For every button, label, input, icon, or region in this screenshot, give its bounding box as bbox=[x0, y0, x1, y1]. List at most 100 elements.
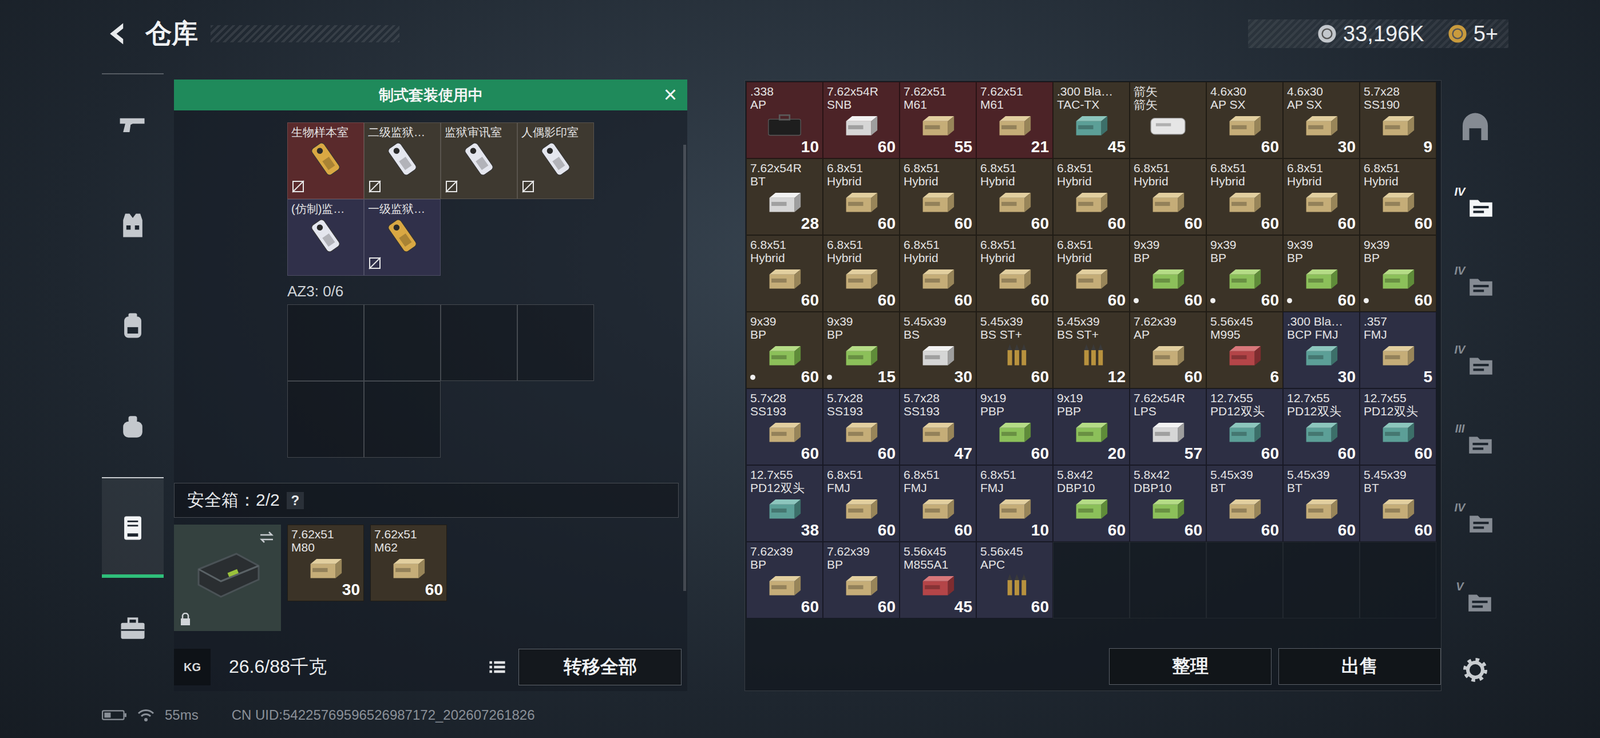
ammo-item[interactable]: 9x39BP60 bbox=[1359, 235, 1437, 312]
ammo-item[interactable]: 9x39BP60 bbox=[1206, 235, 1283, 312]
ammo-item[interactable]: 9x39BP60 bbox=[1282, 235, 1360, 312]
empty-slot[interactable] bbox=[287, 381, 364, 458]
key-card[interactable]: 一级监狱… bbox=[363, 199, 441, 276]
nav-item[interactable] bbox=[101, 477, 164, 578]
ammo-item[interactable]: 7.62x39BP60 bbox=[822, 541, 900, 619]
stash-tab[interactable] bbox=[1449, 88, 1502, 168]
help-button[interactable]: ? bbox=[286, 492, 304, 510]
ammo-item[interactable]: 5.45x39BT60 bbox=[1359, 465, 1437, 542]
ammo-item[interactable]: 5.45x39BS30 bbox=[899, 311, 977, 389]
ammo-item[interactable]: 9x39BP60 bbox=[746, 311, 823, 389]
transfer-all-button[interactable]: 转移全部 bbox=[518, 648, 682, 686]
key-card[interactable]: (仿制)监… bbox=[287, 199, 364, 276]
ammo-item[interactable]: 7.62x51M8030 bbox=[287, 524, 364, 602]
action-button[interactable]: 出售 bbox=[1278, 648, 1441, 685]
ammo-item[interactable]: 6.8x51Hybrid60 bbox=[899, 158, 977, 236]
empty-cell[interactable] bbox=[1052, 541, 1130, 619]
ammo-item[interactable]: 9x39BP15 bbox=[822, 311, 900, 389]
stash-tab[interactable]: III bbox=[1449, 404, 1502, 483]
settings-button[interactable] bbox=[1460, 655, 1490, 685]
nav-item[interactable] bbox=[101, 275, 164, 377]
ammo-item[interactable]: 6.8x51FMJ10 bbox=[976, 465, 1053, 542]
ammo-item[interactable]: 6.8x51Hybrid60 bbox=[1052, 235, 1130, 312]
nav-item[interactable] bbox=[101, 175, 164, 276]
empty-slot[interactable] bbox=[363, 304, 441, 382]
key-card[interactable]: 监狱审讯室 bbox=[440, 122, 518, 200]
action-button[interactable]: 整理 bbox=[1109, 648, 1272, 685]
empty-slot[interactable] bbox=[287, 304, 364, 382]
ammo-item[interactable]: .300 Bla…TAC-TX45 bbox=[1052, 81, 1130, 159]
ammo-item[interactable]: 12.7x55PD12双头60 bbox=[1282, 388, 1360, 466]
empty-cell[interactable] bbox=[1282, 541, 1360, 619]
nav-item[interactable] bbox=[101, 74, 164, 176]
ammo-item[interactable]: 5.56x45M9956 bbox=[1206, 311, 1283, 389]
safe-box-slot[interactable] bbox=[173, 524, 281, 632]
stash-tab[interactable]: V bbox=[1449, 561, 1502, 641]
ammo-item[interactable]: 6.8x51Hybrid60 bbox=[822, 235, 900, 312]
ammo-item[interactable]: 6.8x51Hybrid60 bbox=[822, 158, 900, 236]
ammo-item[interactable]: .357FMJ5 bbox=[1359, 311, 1437, 389]
empty-cell[interactable] bbox=[1129, 541, 1207, 619]
stash-tab[interactable]: IV bbox=[1449, 246, 1502, 326]
stash-tab[interactable]: IV bbox=[1449, 482, 1502, 562]
empty-cell[interactable] bbox=[1359, 541, 1437, 619]
ammo-item[interactable]: 4.6x30AP SX60 bbox=[1206, 81, 1283, 159]
ammo-item[interactable]: 6.8x51Hybrid60 bbox=[976, 235, 1053, 312]
ammo-item[interactable]: 6.8x51Hybrid60 bbox=[1282, 158, 1360, 236]
ammo-item[interactable]: 4.6x30AP SX30 bbox=[1282, 81, 1360, 159]
empty-slot[interactable] bbox=[517, 304, 594, 382]
ammo-item[interactable]: 箭矢箭矢 bbox=[1129, 81, 1207, 159]
nav-item[interactable] bbox=[101, 376, 164, 478]
ammo-item[interactable]: 5.56x45APC60 bbox=[976, 541, 1053, 619]
ammo-item[interactable]: 5.7x28SS19360 bbox=[822, 388, 900, 466]
key-card[interactable]: 生物样本室 bbox=[287, 122, 364, 200]
ammo-item[interactable]: 6.8x51Hybrid60 bbox=[746, 235, 823, 312]
ammo-item[interactable]: 9x19PBP20 bbox=[1052, 388, 1130, 466]
ammo-item[interactable]: 7.62x54RBT28 bbox=[746, 158, 823, 236]
ammo-item[interactable]: .300 Bla…BCP FMJ30 bbox=[1282, 311, 1360, 389]
ammo-item[interactable]: 5.45x39BT60 bbox=[1282, 465, 1360, 542]
key-card[interactable]: 二级监狱… bbox=[363, 122, 441, 200]
ammo-item[interactable]: 6.8x51Hybrid60 bbox=[976, 158, 1053, 236]
ammo-item[interactable]: .338AP10 bbox=[746, 81, 823, 159]
ammo-item[interactable]: 5.7x28SS19347 bbox=[899, 388, 977, 466]
ammo-item[interactable]: 5.45x39BS ST+60 bbox=[976, 311, 1053, 389]
ammo-item[interactable]: 12.7x55PD12双头38 bbox=[746, 465, 823, 542]
ammo-item[interactable]: 6.8x51FMJ60 bbox=[899, 465, 977, 542]
back-button[interactable] bbox=[101, 17, 134, 50]
key-card[interactable]: 人偶影印室 bbox=[517, 122, 594, 200]
ammo-item[interactable]: 7.62x39BP60 bbox=[746, 541, 823, 619]
close-button[interactable]: × bbox=[660, 81, 681, 108]
nav-item[interactable] bbox=[101, 577, 164, 679]
ammo-item[interactable]: 6.8x51Hybrid60 bbox=[1129, 158, 1207, 236]
stash-tab[interactable]: IV bbox=[1449, 167, 1502, 247]
scrollbar[interactable] bbox=[683, 144, 687, 592]
ammo-item[interactable]: 7.62x39AP60 bbox=[1129, 311, 1207, 389]
ammo-item[interactable]: 9x19PBP60 bbox=[976, 388, 1053, 466]
ammo-item[interactable]: 5.45x39BS ST+12 bbox=[1052, 311, 1130, 389]
ammo-item[interactable]: 5.56x45M855A145 bbox=[899, 541, 977, 619]
ammo-item[interactable]: 7.62x51M6260 bbox=[370, 524, 447, 602]
stash-tab[interactable]: IV bbox=[1449, 325, 1502, 405]
ammo-item[interactable]: 6.8x51Hybrid60 bbox=[1206, 158, 1283, 236]
empty-slot[interactable] bbox=[440, 304, 518, 382]
ammo-item[interactable]: 6.8x51Hybrid60 bbox=[1359, 158, 1437, 236]
ammo-item[interactable]: 5.7x28SS19360 bbox=[746, 388, 823, 466]
ammo-item[interactable]: 7.62x51M6121 bbox=[976, 81, 1053, 159]
ammo-item[interactable]: 7.62x51M6155 bbox=[899, 81, 977, 159]
swap-icon[interactable] bbox=[258, 530, 276, 545]
empty-cell[interactable] bbox=[1206, 541, 1283, 619]
ammo-item[interactable]: 5.45x39BT60 bbox=[1206, 465, 1283, 542]
ammo-item[interactable]: 9x39BP60 bbox=[1129, 235, 1207, 312]
ammo-item[interactable]: 12.7x55PD12双头60 bbox=[1206, 388, 1283, 466]
list-button[interactable] bbox=[487, 657, 508, 677]
ammo-item[interactable]: 7.62x54RSNB60 bbox=[822, 81, 900, 159]
ammo-item[interactable]: 5.8x42DBP1060 bbox=[1052, 465, 1130, 542]
ammo-item[interactable]: 5.8x42DBP1060 bbox=[1129, 465, 1207, 542]
ammo-item[interactable]: 12.7x55PD12双头60 bbox=[1359, 388, 1437, 466]
ammo-item[interactable]: 6.8x51FMJ60 bbox=[822, 465, 900, 542]
ammo-item[interactable]: 6.8x51Hybrid60 bbox=[899, 235, 977, 312]
ammo-item[interactable]: 7.62x54RLPS57 bbox=[1129, 388, 1207, 466]
ammo-item[interactable]: 5.7x28SS1909 bbox=[1359, 81, 1437, 159]
ammo-item[interactable]: 6.8x51Hybrid60 bbox=[1052, 158, 1130, 236]
